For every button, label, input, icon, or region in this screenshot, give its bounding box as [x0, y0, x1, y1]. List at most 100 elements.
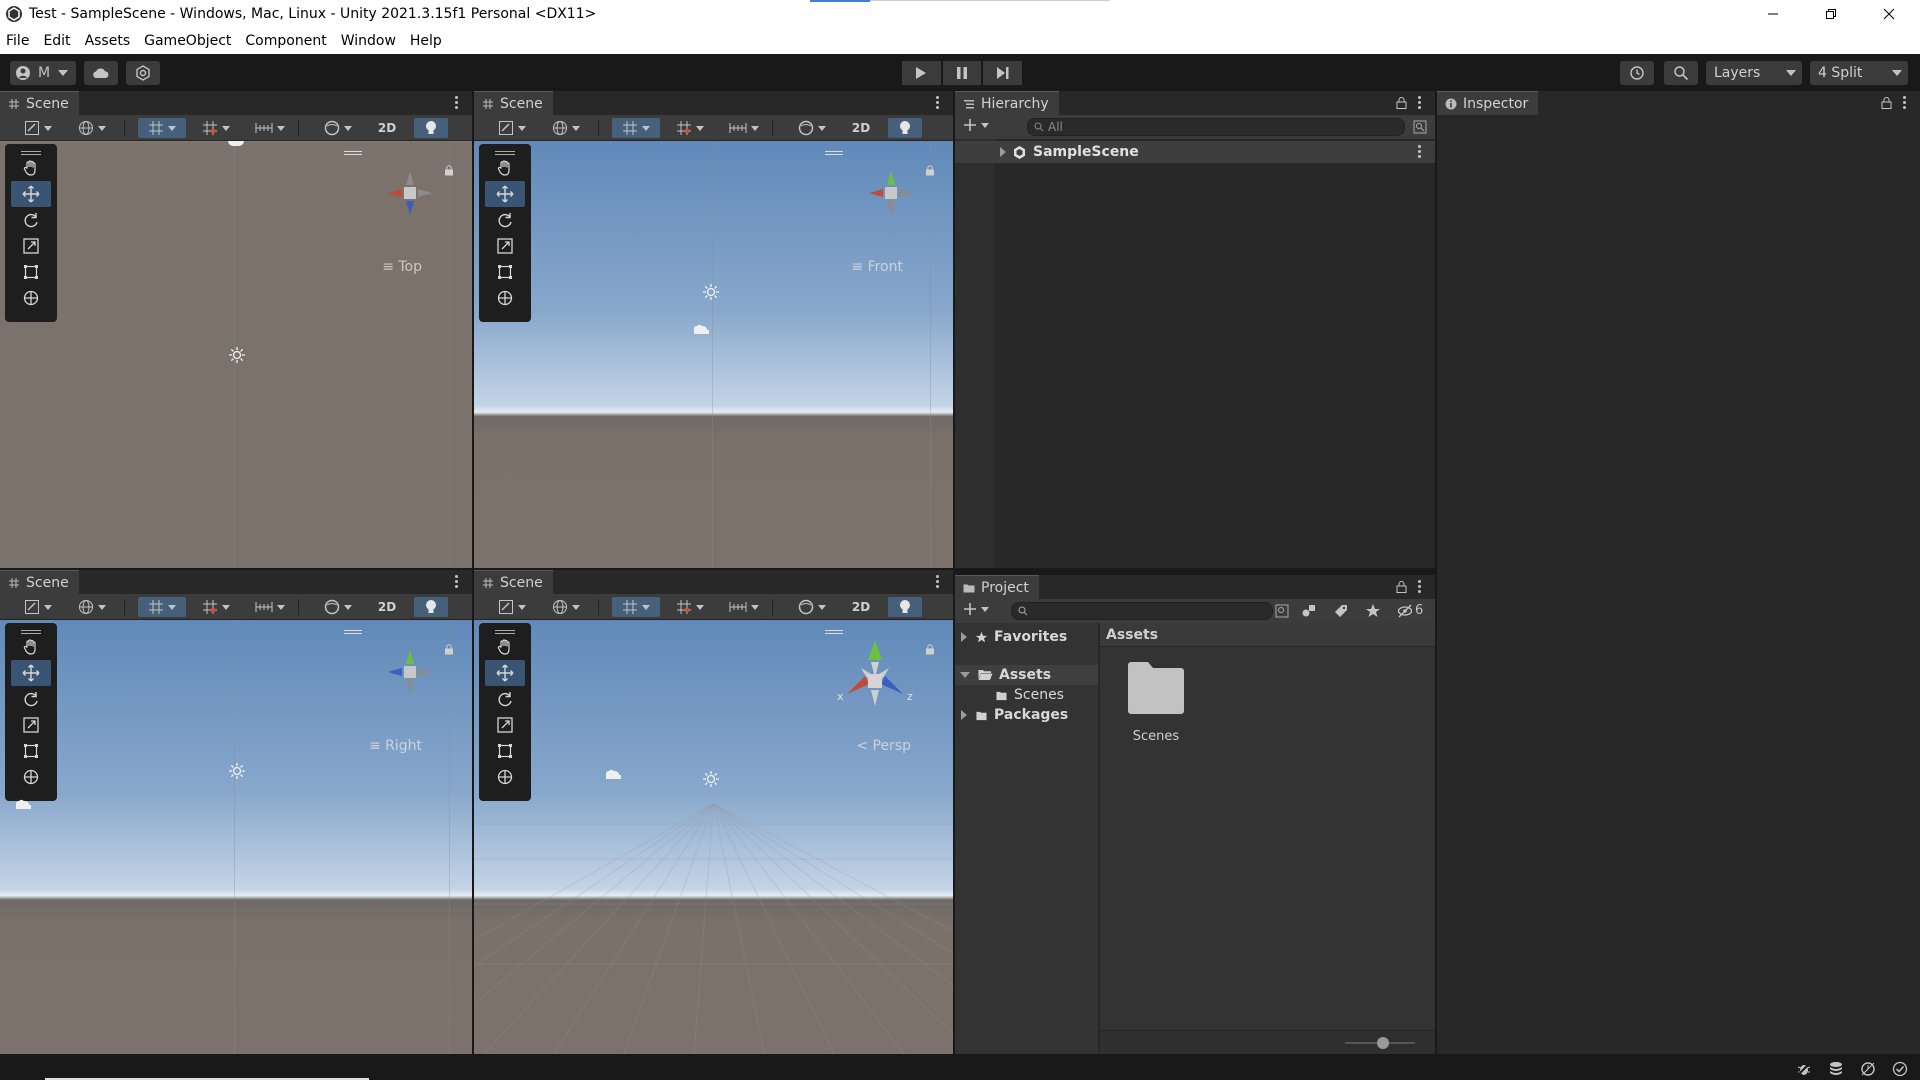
account-dropdown[interactable]: M	[10, 61, 76, 85]
debug-bug-icon[interactable]	[1796, 1061, 1812, 1077]
light-gizmo-icon[interactable]	[702, 283, 720, 301]
2d-toggle-button[interactable]: 2D	[370, 118, 404, 138]
menu-window[interactable]: Window	[341, 33, 396, 49]
lighting-icon[interactable]	[1860, 1061, 1876, 1077]
draw-mode-dropdown[interactable]	[14, 118, 62, 138]
transform-tool-button[interactable]	[11, 764, 51, 790]
scene-row-menu-icon[interactable]	[1417, 144, 1421, 160]
orientation-gizmo[interactable]	[861, 163, 921, 223]
render-mode-dropdown[interactable]	[68, 597, 116, 617]
menu-help[interactable]: Help	[410, 33, 442, 49]
rect-tool-button[interactable]	[485, 259, 525, 285]
rotate-tool-button[interactable]	[11, 207, 51, 233]
tab-scene[interactable]: Scene	[0, 570, 79, 594]
light-gizmo-icon[interactable]	[228, 346, 246, 364]
visibility-dropdown[interactable]	[788, 118, 836, 138]
lighting-toggle[interactable]	[414, 597, 448, 617]
gizmo-lock-icon[interactable]	[925, 165, 935, 176]
gizmo-lock-icon[interactable]	[444, 644, 454, 655]
grid-visibility-dropdown[interactable]	[192, 597, 240, 617]
orientation-gizmo[interactable]	[380, 163, 440, 223]
light-gizmo-icon[interactable]	[702, 770, 720, 788]
hand-tool-button[interactable]	[11, 155, 51, 181]
lighting-toggle[interactable]	[888, 118, 922, 138]
lighting-toggle[interactable]	[414, 118, 448, 138]
scale-tool-button[interactable]	[485, 712, 525, 738]
tree-packages[interactable]: Packages	[955, 705, 1098, 725]
filter-by-type-icon[interactable]	[1301, 603, 1317, 619]
scale-tool-button[interactable]	[485, 233, 525, 259]
layers-dropdown[interactable]: Layers	[1706, 61, 1802, 85]
cache-server-icon[interactable]	[1828, 1061, 1844, 1077]
overlay-drag-handle[interactable]	[825, 151, 843, 152]
project-search-input[interactable]	[1011, 602, 1273, 620]
camera-gizmo-icon[interactable]	[604, 768, 622, 782]
hierarchy-search-input[interactable]: All	[1027, 118, 1405, 136]
step-button[interactable]	[983, 61, 1023, 85]
overlay-drag-handle[interactable]	[344, 151, 362, 152]
scene-menu-icon[interactable]	[454, 95, 458, 111]
hand-tool-button[interactable]	[485, 634, 525, 660]
lock-icon[interactable]	[1396, 581, 1407, 593]
menu-file[interactable]: File	[6, 33, 29, 49]
layout-dropdown[interactable]: 4 Split	[1810, 61, 1908, 85]
project-create-dropdown[interactable]	[963, 602, 989, 616]
tools-drag-handle[interactable]	[8, 147, 54, 155]
lock-icon[interactable]	[1396, 97, 1407, 109]
transform-tool-button[interactable]	[485, 764, 525, 790]
2d-toggle-button[interactable]: 2D	[844, 118, 878, 138]
rotate-tool-button[interactable]	[485, 207, 525, 233]
menu-gameobject[interactable]: GameObject	[144, 33, 231, 49]
tab-inspector[interactable]: Inspector	[1437, 91, 1539, 115]
tab-scene[interactable]: Scene	[474, 570, 553, 594]
favorite-star-icon[interactable]	[1365, 603, 1381, 619]
tools-drag-handle[interactable]	[482, 626, 528, 634]
increment-snap-dropdown[interactable]	[720, 597, 768, 617]
visibility-dropdown[interactable]	[314, 597, 362, 617]
inspector-menu-icon[interactable]	[1902, 95, 1906, 111]
tools-drag-handle[interactable]	[482, 147, 528, 155]
render-mode-dropdown[interactable]	[542, 118, 590, 138]
hierarchy-row-samplescene[interactable]: SampleScene	[955, 141, 1435, 163]
overlay-drag-handle[interactable]	[344, 630, 362, 631]
gizmo-lock-icon[interactable]	[444, 165, 454, 176]
light-gizmo-icon[interactable]	[228, 762, 246, 780]
menu-edit[interactable]: Edit	[43, 33, 70, 49]
scene-viewport[interactable]: x z < Persp	[474, 620, 953, 1054]
move-tool-button[interactable]	[485, 660, 525, 686]
checkmark-circle-icon[interactable]	[1892, 1061, 1908, 1077]
transform-tool-button[interactable]	[485, 285, 525, 311]
2d-toggle-button[interactable]: 2D	[370, 597, 404, 617]
grid-snapping-toggle[interactable]	[612, 118, 660, 138]
tree-scenes[interactable]: Scenes	[955, 685, 1098, 705]
tab-scene[interactable]: Scene	[474, 91, 553, 115]
render-mode-dropdown[interactable]	[68, 118, 116, 138]
move-tool-button[interactable]	[11, 181, 51, 207]
tab-scene[interactable]: Scene	[0, 91, 79, 115]
rect-tool-button[interactable]	[11, 259, 51, 285]
hand-tool-button[interactable]	[11, 634, 51, 660]
project-menu-icon[interactable]	[1417, 579, 1421, 595]
grid-visibility-dropdown[interactable]	[192, 118, 240, 138]
camera-gizmo-icon[interactable]	[692, 323, 710, 337]
search-button[interactable]	[1664, 61, 1698, 85]
render-mode-dropdown[interactable]	[542, 597, 590, 617]
restore-button[interactable]	[1802, 0, 1860, 28]
cloud-button[interactable]	[84, 61, 118, 85]
gizmo-lock-icon[interactable]	[925, 644, 935, 655]
overlay-drag-handle[interactable]	[825, 630, 843, 631]
visibility-dropdown[interactable]	[788, 597, 836, 617]
2d-toggle-button[interactable]: 2D	[844, 597, 878, 617]
create-dropdown[interactable]	[963, 118, 989, 132]
hidden-packages-toggle[interactable]: 6	[1397, 603, 1423, 618]
lock-icon[interactable]	[1881, 97, 1892, 109]
asset-item-scenes[interactable]: Scenes	[1116, 661, 1196, 761]
increment-snap-dropdown[interactable]	[246, 118, 294, 138]
move-tool-button[interactable]	[485, 181, 525, 207]
hierarchy-menu-icon[interactable]	[1417, 95, 1421, 111]
scale-tool-button[interactable]	[11, 712, 51, 738]
view-mode-label[interactable]: ≡ Top	[382, 259, 422, 275]
tools-drag-handle[interactable]	[8, 626, 54, 634]
play-button[interactable]	[902, 61, 941, 85]
grid-snapping-toggle[interactable]	[612, 597, 660, 617]
